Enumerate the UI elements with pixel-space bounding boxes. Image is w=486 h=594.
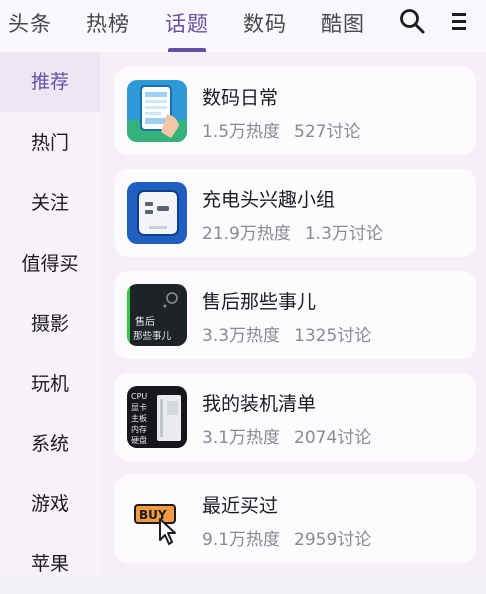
phone-illustration-icon	[127, 80, 187, 142]
topic-card[interactable]: BUY 最近买过 9.1万热度 2959讨论	[114, 475, 476, 563]
topic-title: 我的装机清单	[202, 393, 317, 415]
topic-card[interactable]: 售后 那些事儿 售后那些事儿 3.3万热度 1325讨论	[114, 271, 476, 359]
heat-count: 1.5万热度	[202, 122, 281, 142]
discussion-count: 527讨论	[294, 122, 361, 142]
discussion-count: 2959讨论	[294, 530, 372, 550]
heat-count: 3.1万热度	[202, 428, 281, 448]
topic-stats: 9.1万热度 2959讨论	[202, 525, 371, 550]
sidebar-item-games[interactable]: 游戏	[0, 474, 100, 534]
heat-count: 3.3万热度	[202, 326, 281, 346]
discussion-count: 2074讨论	[294, 428, 372, 448]
sidebar-item-worth-buying[interactable]: 值得买	[0, 234, 100, 294]
heat-count: 21.9万热度	[202, 224, 291, 244]
sidebar-item-recommend[interactable]: 推荐	[0, 52, 100, 112]
more-vertical-icon[interactable]	[446, 6, 472, 36]
svg-text:主板: 主板	[131, 413, 147, 423]
sidebar-item-popular[interactable]: 热门	[0, 113, 100, 173]
topic-list: 数码日常 1.5万热度 527讨论 充电头兴趣小组 21.9万热度 1.3万讨论	[100, 52, 486, 577]
topic-stats: 3.1万热度 2074讨论	[202, 423, 371, 448]
topic-title: 充电头兴趣小组	[202, 189, 336, 211]
topic-title: 售后那些事儿	[202, 291, 317, 313]
sidebar-item-apple[interactable]: 苹果	[0, 534, 100, 594]
sidebar-item-photography[interactable]: 摄影	[0, 294, 100, 354]
sidebar-item-following[interactable]: 关注	[0, 173, 100, 233]
svg-text:硬盘: 硬盘	[131, 435, 147, 445]
top-tab-bar: 头条 热榜 话题 数码 酷图	[0, 0, 486, 52]
topic-title: 数码日常	[202, 87, 279, 109]
topic-stats: 21.9万热度 1.3万讨论	[202, 219, 383, 244]
heat-count: 9.1万热度	[202, 530, 281, 550]
svg-text:内存: 内存	[131, 424, 147, 434]
sidebar-item-system[interactable]: 系统	[0, 414, 100, 474]
tab-digital[interactable]: 数码	[243, 8, 287, 38]
tab-hot-list[interactable]: 热榜	[86, 8, 130, 38]
discussion-count: 1.3万讨论	[304, 224, 383, 244]
topic-card[interactable]: 充电头兴趣小组 21.9万热度 1.3万讨论	[114, 169, 476, 257]
topic-title: 最近买过	[202, 495, 279, 517]
tab-topics[interactable]: 话题	[165, 8, 209, 38]
discussion-count: 1325讨论	[294, 326, 372, 346]
svg-text:CPU: CPU	[131, 392, 147, 401]
category-sidebar: 推荐 热门 关注 值得买 摄影 玩机 系统 游戏 苹果	[0, 52, 100, 577]
topic-stats: 3.3万热度 1325讨论	[202, 321, 371, 346]
charger-icon	[127, 182, 187, 244]
svg-text:BUY: BUY	[139, 508, 167, 522]
search-icon[interactable]	[397, 6, 427, 36]
tab-headlines[interactable]: 头条	[8, 8, 52, 38]
svg-text:那些事儿: 那些事儿	[133, 330, 172, 342]
after-sales-icon: 售后 那些事儿	[127, 284, 187, 346]
svg-text:显卡: 显卡	[131, 402, 147, 412]
sidebar-item-play[interactable]: 玩机	[0, 354, 100, 414]
pc-build-icon: CPU 显卡 主板 内存 硬盘	[127, 386, 187, 448]
buy-cursor-icon: BUY	[127, 488, 187, 550]
topic-card[interactable]: 数码日常 1.5万热度 527讨论	[114, 67, 476, 155]
topic-stats: 1.5万热度 527讨论	[202, 117, 361, 142]
topic-card[interactable]: CPU 显卡 主板 内存 硬盘 我的装机清单 3.1万热度 2074讨论	[114, 373, 476, 461]
tab-cool-pics[interactable]: 酷图	[321, 8, 365, 38]
svg-text:售后: 售后	[135, 315, 155, 328]
